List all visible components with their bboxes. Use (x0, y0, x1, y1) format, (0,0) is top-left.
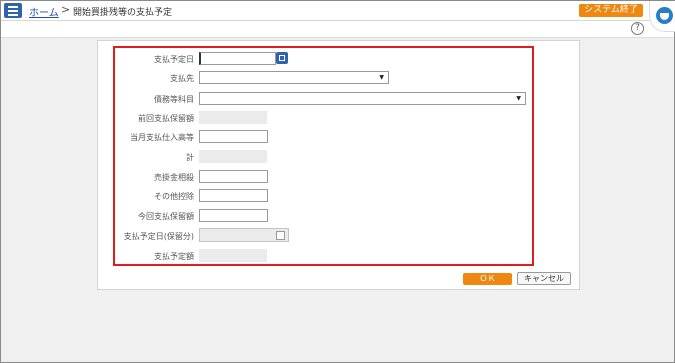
assistant-avatar[interactable] (649, 1, 675, 32)
calendar-icon (276, 231, 285, 240)
top-bar: ホーム > 開始買掛残等の支払予定 システム終了 (1, 1, 674, 21)
page-title: 開始買掛残等の支払予定 (73, 8, 173, 18)
breadcrumb-home-link[interactable]: ホーム (29, 4, 59, 19)
dropdown-arrow-icon: ▼ (379, 74, 384, 81)
monthly-purchase-input[interactable] (199, 130, 268, 143)
dropdown-arrow-icon: ▼ (516, 95, 521, 102)
label-monthly-purchase: 当月支払仕入高等 (130, 133, 194, 142)
system-exit-button[interactable]: システム終了 (579, 4, 643, 17)
scheduled-amount-value (199, 249, 267, 262)
cancel-button[interactable]: キャンセル (517, 272, 571, 285)
payee-select[interactable]: ▼ (199, 71, 389, 84)
hamburger-menu-icon[interactable] (4, 3, 22, 18)
label-debt-account: 債務等科目 (154, 95, 194, 104)
current-hold-input[interactable] (199, 209, 268, 222)
help-icon[interactable]: ? (631, 22, 644, 35)
payment-date-input[interactable] (199, 52, 276, 65)
assistant-face-icon (656, 7, 673, 24)
label-total: 計 (186, 153, 194, 162)
label-current-hold: 今回支払保留額 (138, 212, 194, 221)
ok-button[interactable]: ＯＫ (463, 273, 512, 285)
label-other-deduction: その他控除 (154, 192, 194, 201)
total-value (199, 150, 267, 163)
label-scheduled-amount: 支払予定額 (154, 252, 194, 261)
calendar-icon[interactable] (276, 52, 288, 64)
label-payee: 支払先 (170, 74, 194, 83)
debt-account-select[interactable]: ▼ (199, 92, 526, 105)
receivable-offset-input[interactable] (199, 170, 268, 183)
other-deduction-input[interactable] (199, 189, 268, 202)
label-hold-payment-date: 支払予定日(保留分) (123, 232, 194, 241)
breadcrumb-separator: > (61, 3, 71, 16)
sub-bar: ? (1, 21, 674, 38)
previous-hold-value (199, 111, 267, 124)
label-receivable-offset: 売掛金相殺 (154, 173, 194, 182)
label-previous-hold: 前回支払保留額 (138, 114, 194, 123)
label-payment-date: 支払予定日 (154, 55, 194, 64)
hold-payment-date-input (199, 228, 289, 242)
